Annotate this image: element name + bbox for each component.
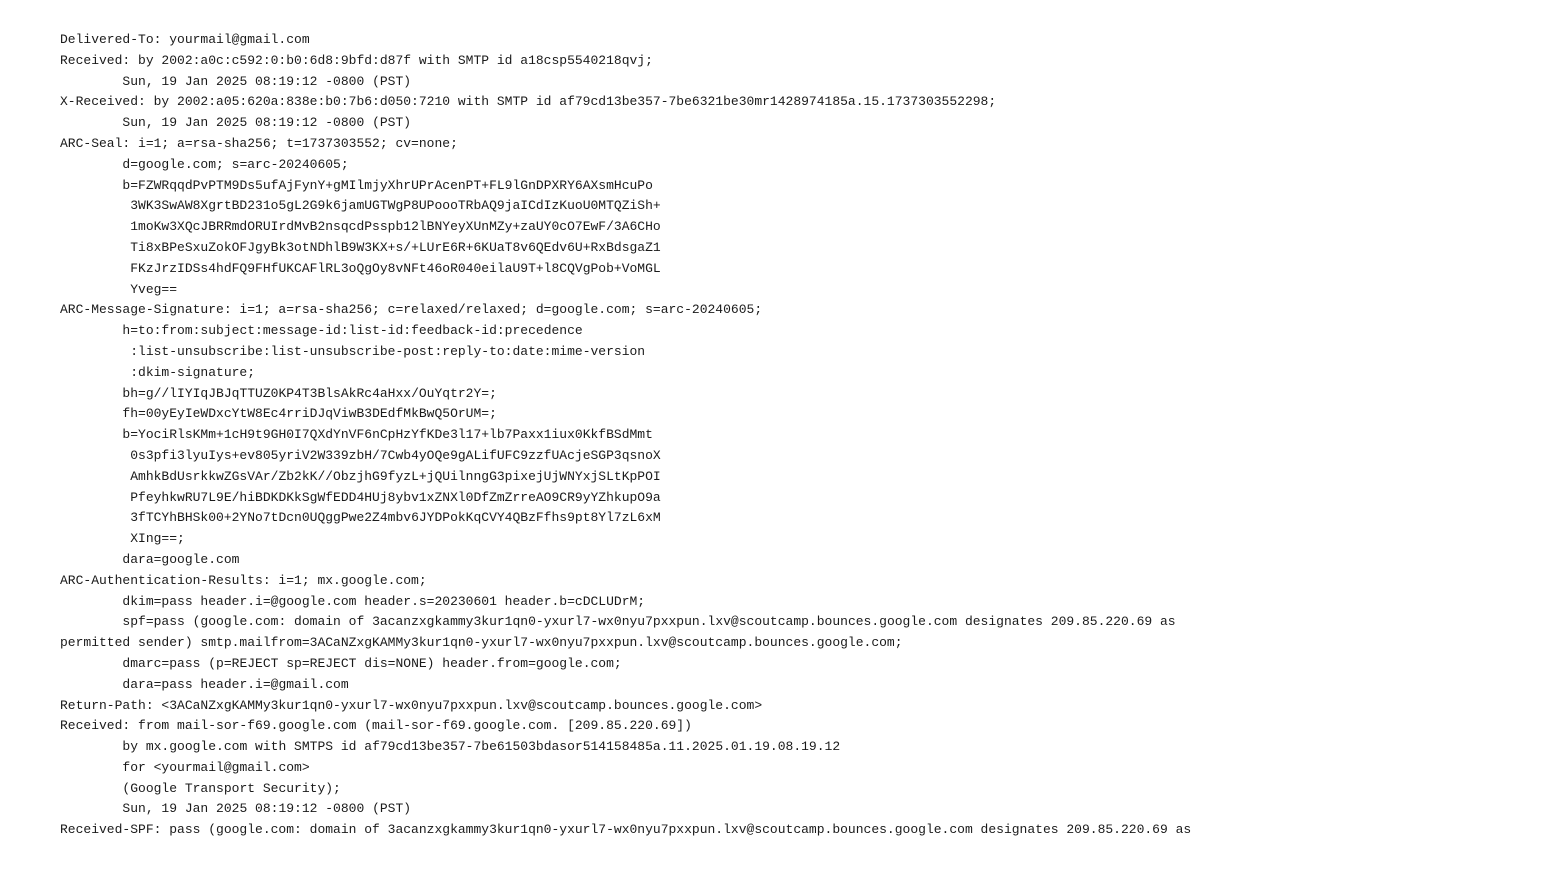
email-raw-header-container: Delivered-To: yourmail@gmail.com Receive…	[0, 0, 1565, 871]
email-raw-header-text: Delivered-To: yourmail@gmail.com Receive…	[60, 30, 1525, 841]
